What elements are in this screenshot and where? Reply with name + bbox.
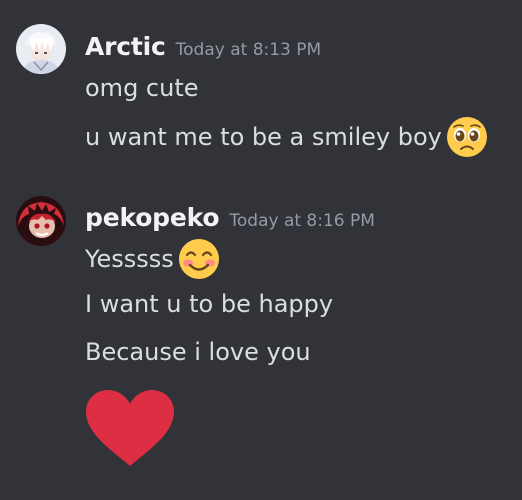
message-line: I want u to be happy: [85, 290, 333, 318]
timestamp[interactable]: Today at 8:16 PM: [229, 211, 375, 231]
message-text: u want me to be a smiley boy: [85, 123, 442, 151]
pleading-face-emoji[interactable]: [446, 116, 488, 158]
message-line: omg cute: [85, 74, 199, 102]
message-header: Arctic Today at 8:13 PM: [85, 32, 321, 61]
message-text: Because i love you: [85, 338, 311, 366]
red-heart-emoji[interactable]: [84, 388, 176, 472]
message-text: omg cute: [85, 74, 199, 102]
message-line: u want me to be a smiley boy: [85, 116, 488, 158]
message-header: pekopeko Today at 8:16 PM: [85, 203, 375, 232]
message-line: Because i love you: [85, 338, 311, 366]
smiling-face-emoji[interactable]: [178, 238, 220, 280]
username[interactable]: pekopeko: [85, 203, 220, 232]
pekopeko-avatar[interactable]: [16, 196, 66, 246]
message-text: Yesssss: [85, 245, 174, 273]
timestamp[interactable]: Today at 8:13 PM: [176, 40, 322, 60]
message-text: I want u to be happy: [85, 290, 334, 318]
arctic-avatar[interactable]: [16, 24, 66, 74]
message-line: Yesssss: [85, 238, 220, 280]
username[interactable]: Arctic: [85, 32, 166, 61]
